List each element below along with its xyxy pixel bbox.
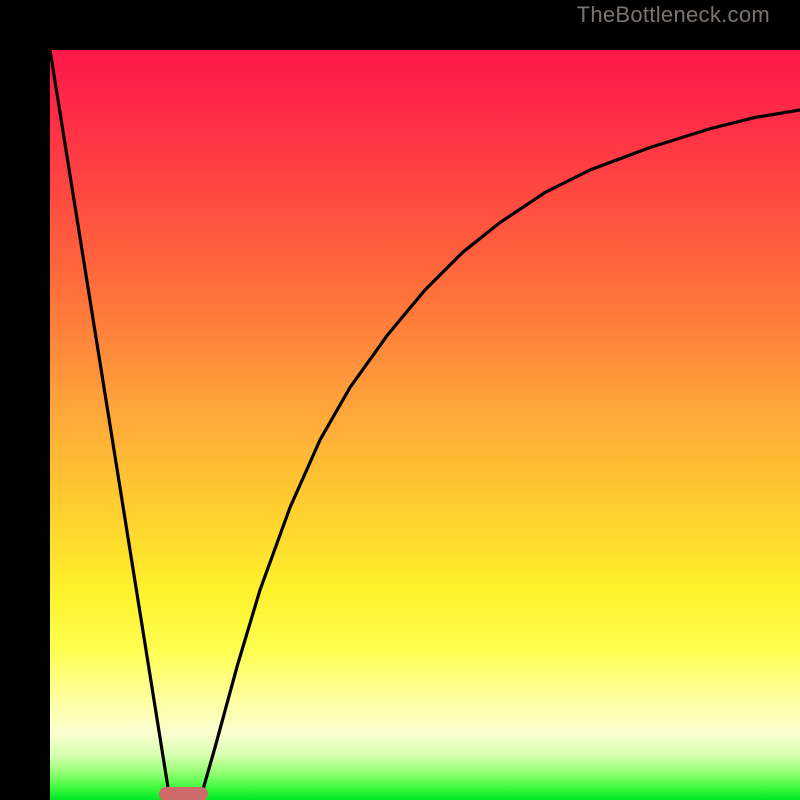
- optimal-range-marker: [159, 787, 208, 800]
- bottleneck-curve: [50, 50, 800, 800]
- curve-left-descent: [50, 50, 170, 800]
- attribution-watermark: TheBottleneck.com: [577, 2, 770, 28]
- curve-right-rise: [200, 110, 800, 800]
- chart-frame: [0, 0, 800, 800]
- plot-area: [50, 50, 800, 800]
